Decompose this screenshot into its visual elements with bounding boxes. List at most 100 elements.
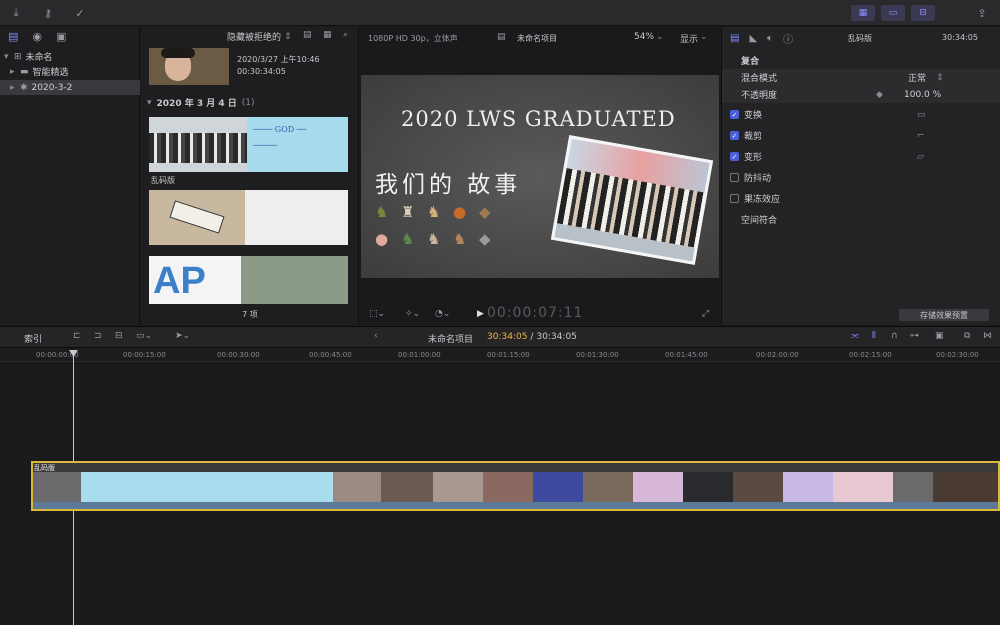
checkbox-crop[interactable]: ✓ — [730, 131, 739, 140]
audio-inspector-icon[interactable]: 🔈︎ — [767, 31, 773, 46]
primary-storyline-clip[interactable]: 乱码版 — [31, 461, 1000, 511]
row-label: 果冻效应 — [744, 195, 781, 205]
filmstrip-frame[interactable]: AP — [149, 256, 241, 304]
blend-mode-value[interactable]: 正常 — [908, 71, 926, 84]
save-effects-preset-button[interactable]: 存储效果预置 — [899, 309, 989, 321]
date-group-header[interactable]: ▾ 2020 年 3 月 4 日 (1) — [147, 96, 255, 110]
ruler-label: 00:01:30:00 — [576, 351, 619, 359]
info-icon[interactable]: ⓘ — [783, 31, 793, 46]
speed-tool-icon[interactable]: ◔⌄ — [435, 309, 450, 319]
clip-appearance-icon[interactable]: ▣ — [935, 331, 944, 341]
distort-row[interactable]: ✓ 变形 ▱ — [722, 148, 1000, 165]
ruler-label: 00:02:00:00 — [756, 351, 799, 359]
display-dropdown[interactable]: 显示 ⌄ — [680, 32, 708, 45]
fullscreen-icon[interactable]: ⤢ — [702, 309, 709, 319]
search-icon[interactable]: ⌕ — [343, 30, 348, 40]
crop-onscreen-icon[interactable]: ⌐ — [917, 131, 925, 141]
append-clip-icon[interactable]: ⊟ — [115, 331, 123, 341]
opacity-row[interactable]: 不透明度 ◆ 100.0 % — [722, 86, 1000, 103]
inspector-duration: 30:34:05 — [942, 33, 978, 42]
library-label: 未命名 — [25, 53, 53, 63]
chevron-right-icon[interactable]: ▸ — [10, 67, 20, 77]
library-item-smart[interactable]: ▸ ▬ 智能精选 — [0, 64, 140, 79]
transitions-browser-icon[interactable]: ⋈ — [983, 331, 992, 341]
titles-tab-icon[interactable]: ▣ — [56, 30, 66, 43]
crop-row[interactable]: ✓ 裁剪 ⌐ — [722, 127, 1000, 144]
zoom-dropdown[interactable]: 54% ⌄ — [634, 32, 664, 42]
color-inspector-icon[interactable]: ◣ — [749, 31, 757, 46]
clip-segment — [833, 472, 893, 502]
handwriting-image: ───── — [253, 141, 278, 150]
clip-thumbnail-portrait[interactable] — [149, 48, 229, 85]
clip-segment — [783, 472, 833, 502]
snapping-icon[interactable]: ⊶ — [910, 331, 919, 341]
clip-appearance-icon[interactable]: ▦ — [323, 30, 332, 40]
clip-segment — [33, 472, 81, 502]
download-icon[interactable]: ⤓ — [8, 5, 24, 21]
checkbox-transform[interactable]: ✓ — [730, 110, 739, 119]
blend-mode-label: 混合模式 — [741, 74, 778, 84]
skimming-icon[interactable]: ⫘ — [851, 331, 859, 341]
inspector-tabs: ▤ ◣ 🔈︎ ⓘ — [730, 31, 793, 46]
ruler-label: 00:01:00:00 — [398, 351, 441, 359]
filmstrip-frame[interactable] — [241, 256, 348, 304]
video-inspector-icon[interactable]: ▤ — [730, 31, 739, 46]
audio-skimming-icon[interactable]: ⫴ — [872, 331, 876, 341]
timeline-project-name: 未命名项目 — [428, 335, 474, 345]
enhance-tool-icon[interactable]: ✧⌄ — [405, 309, 420, 319]
solo-icon[interactable]: ∩ — [891, 331, 898, 341]
rolling-shutter-row[interactable]: 果冻效应 — [722, 190, 1000, 207]
distort-onscreen-icon[interactable]: ▱ — [917, 152, 924, 162]
chevron-right-icon[interactable]: ▸ — [10, 83, 20, 93]
subtitle-overlay: 我们的 故事 — [375, 172, 522, 198]
share-icon[interactable]: ⇪ — [974, 5, 990, 21]
index-button[interactable]: 索引 — [24, 332, 42, 345]
viewer-format: 1080P HD 30p，立体声 — [368, 34, 458, 43]
inspector-clip-name: 乱码版 — [848, 34, 872, 43]
group-date: 2020 年 3 月 4 日 — [156, 99, 237, 109]
opacity-value[interactable]: 100.0 % — [904, 90, 941, 100]
libraries-tab-icon[interactable]: ▤ — [8, 30, 18, 43]
chevron-down-icon[interactable]: ▾ — [4, 52, 14, 62]
library-item-untitled[interactable]: ▾ ⊞ 未命名 — [0, 49, 140, 64]
layout-timeline-button[interactable]: ▭ — [881, 5, 905, 21]
checkbox-stabilization[interactable] — [730, 173, 739, 182]
key-icon[interactable]: ⚷ — [40, 5, 56, 21]
library-item-event[interactable]: ▸ ✱ 2020-3-2 — [0, 80, 140, 95]
clip-segment — [483, 472, 533, 502]
current-time: 30:34:05 — [487, 332, 528, 342]
checkbox-distort[interactable]: ✓ — [730, 152, 739, 161]
play-icon[interactable]: ▶ — [477, 309, 484, 319]
viewer-timecode: 00:00:07:11 — [487, 305, 584, 321]
filmstrip-icon[interactable]: ▤ — [303, 30, 312, 40]
check-icon[interactable]: ✓ — [72, 5, 88, 21]
connect-clip-icon[interactable]: ⊏ — [73, 331, 81, 341]
transform-tool-icon[interactable]: ⬚⌄ — [369, 309, 385, 319]
filter-dropdown[interactable]: 隐藏被拒绝的 — [227, 30, 281, 43]
viewer-canvas: 2020 LWS GRADUATED 我们的 故事 ♞ ♜ ♞ ● ◆ ● ♞ ♞ ♞ ◆ — [361, 75, 719, 278]
layout-inspector-button[interactable]: ⊟ — [911, 5, 935, 21]
keyframe-icon[interactable]: ◆ — [876, 90, 883, 100]
back-icon[interactable]: ‹ — [374, 331, 378, 341]
filmstrip-frame[interactable]: ──── GOD ── ───── — [247, 117, 348, 172]
insert-clip-icon[interactable]: ⊐ — [94, 331, 102, 341]
layout-browser-button[interactable]: ▦ — [851, 5, 875, 21]
updown-icon: ⇕ — [936, 72, 944, 83]
blend-mode-row[interactable]: 混合模式 正常 ⇕ — [722, 69, 1000, 86]
stabilization-row[interactable]: 防抖动 — [722, 169, 1000, 186]
filmstrip-frame[interactable] — [245, 190, 348, 245]
effects-browser-icon[interactable]: ⧉ — [964, 331, 970, 341]
overwrite-clip-icon[interactable]: ▭⌄ — [136, 331, 152, 341]
timeline-ruler[interactable]: 00:00:00:00 00:00:15:00 00:00:30:00 00:0… — [0, 348, 1000, 362]
filmstrip-frame[interactable] — [149, 117, 247, 172]
transform-row[interactable]: ✓ 变换 ▭ — [722, 106, 1000, 123]
checkbox-rolling-shutter[interactable] — [730, 194, 739, 203]
ruler-label: 00:00:15:00 — [123, 351, 166, 359]
row-label: 防抖动 — [744, 174, 772, 184]
spatial-conform-row[interactable]: 空间符合 — [722, 211, 1000, 228]
clip-segment — [433, 472, 483, 502]
select-tool-icon[interactable]: ➤⌄ — [175, 331, 190, 341]
transform-onscreen-icon[interactable]: ▭ — [917, 110, 926, 120]
photos-tab-icon[interactable]: ◉ — [32, 30, 42, 43]
filmstrip-frame[interactable] — [149, 190, 245, 245]
